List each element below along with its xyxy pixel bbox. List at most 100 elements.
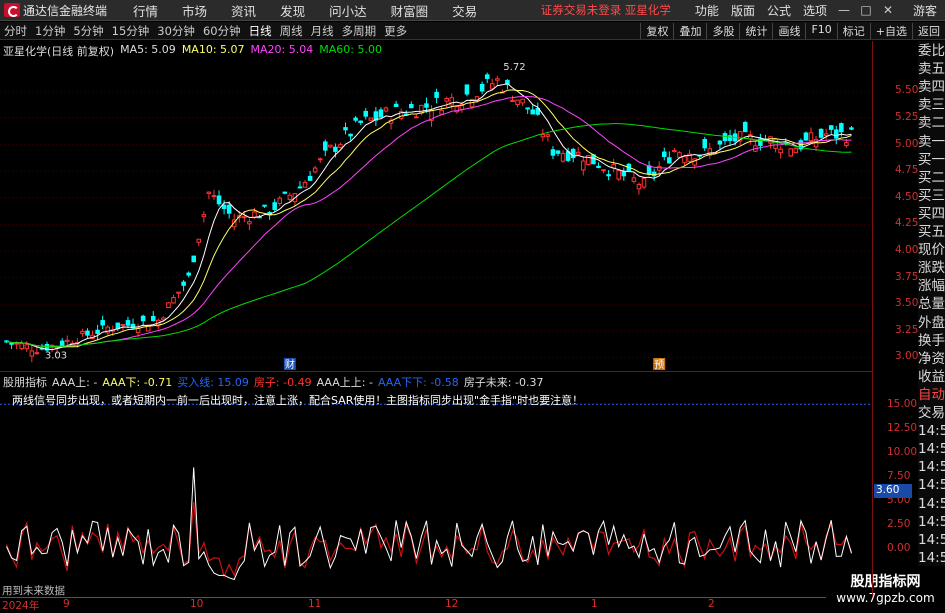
indicator-name[interactable]: 股朋指标: [3, 374, 47, 390]
candle-body: [171, 297, 176, 304]
indicator-note-1: 两线信号同步出现，或者短期内一前一后出现时，注意上涨，配合SAR使用！: [12, 394, 387, 407]
minimize-icon[interactable]: —: [833, 3, 855, 17]
btn-biaoji[interactable]: 标记: [836, 22, 870, 39]
axis-m1: 1: [591, 598, 598, 610]
menu-caifuquan[interactable]: 财富圈: [391, 1, 429, 20]
indicator-tick: 10.00: [887, 446, 918, 458]
candle-body: [439, 109, 444, 115]
candle-body: [287, 194, 293, 200]
indicator-tick: 12.50: [887, 422, 918, 435]
period-5min[interactable]: 5分钟: [73, 23, 103, 39]
menu-banmian[interactable]: 版面: [731, 2, 755, 19]
btn-tongji[interactable]: 统计: [739, 22, 772, 39]
quote-label: 买五: [918, 224, 945, 240]
quote-label: 14:56: [918, 513, 945, 530]
candle-body: [196, 238, 202, 243]
close-icon[interactable]: ✕: [877, 3, 899, 17]
candle-body: [636, 183, 642, 190]
btn-fanhui[interactable]: 返回: [912, 22, 945, 39]
candle-body: [823, 133, 829, 136]
menu-xuanxiang[interactable]: 选项: [803, 2, 827, 19]
stock-name: 亚星化学(日线 前复权): [3, 45, 115, 58]
axis-m2: 2: [708, 598, 715, 610]
quote-label: 买二: [918, 169, 945, 186]
period-1min[interactable]: 1分钟: [35, 23, 65, 39]
menu-shichang[interactable]: 市场: [182, 1, 207, 20]
ma10-value: MA10: 5.07: [181, 43, 245, 56]
candle-body: [748, 134, 753, 140]
quote-label: 卖五: [918, 61, 945, 78]
candle-body: [616, 169, 622, 180]
ind-house: 房子: -0.49: [253, 376, 312, 389]
btn-huaxian[interactable]: 画线: [772, 22, 805, 39]
guest-label[interactable]: 游客: [913, 2, 937, 19]
main-chart-header: 亚星化学(日线 前复权) MA5: 5.09 MA10: 5.07 MA20: …: [3, 43, 388, 59]
quote-label: 委比: [918, 43, 945, 59]
btn-duogu[interactable]: 多股: [706, 22, 739, 39]
candle-body: [19, 343, 24, 350]
price-tick: 4.25: [895, 217, 919, 230]
kline-chart[interactable]: 5.72 3.03 财 预: [0, 41, 872, 371]
candle-body: [262, 204, 267, 207]
btn-fuquan[interactable]: 复权: [640, 22, 673, 39]
period-daily[interactable]: 日线: [249, 23, 272, 39]
period-more[interactable]: 更多: [384, 23, 407, 39]
period-toolbar: 分时 1分钟 5分钟 15分钟 30分钟 60分钟 日线 周线 月线 多周期 更…: [0, 22, 945, 40]
candle-body: [393, 103, 399, 108]
menu-bar: 通达信金融终端 行情 市场 资讯 发现 问小达 财富圈 交易 证券交易未登录 亚…: [0, 0, 945, 21]
btn-diejia[interactable]: 叠加: [673, 22, 706, 39]
maximize-icon[interactable]: □: [855, 3, 877, 17]
period-15min[interactable]: 15分钟: [112, 23, 150, 39]
candle-body: [277, 197, 283, 204]
menu-faxian[interactable]: 发现: [280, 1, 305, 20]
period-monthly[interactable]: 月线: [311, 23, 334, 39]
candle-body: [302, 181, 308, 188]
period-30min[interactable]: 30分钟: [157, 23, 195, 39]
candle-body: [338, 144, 343, 148]
price-tick: 3.50: [895, 297, 919, 310]
candle-body: [328, 144, 333, 148]
candle-body: [656, 166, 662, 171]
menu-zixun[interactable]: 资讯: [231, 1, 256, 20]
candle-body: [34, 352, 40, 355]
axis-m9: 9: [63, 598, 70, 610]
candle-body: [849, 127, 854, 130]
quote-label: 买三: [918, 187, 945, 204]
candle-body: [297, 186, 303, 189]
quote-label: 14:56: [918, 495, 945, 512]
candle-body: [353, 117, 358, 121]
candle-body: [221, 204, 227, 210]
period-60min[interactable]: 60分钟: [203, 23, 241, 39]
candle-body: [29, 350, 35, 357]
candle-body: [606, 174, 611, 177]
candle-body: [409, 104, 414, 109]
menu-jiaoyi[interactable]: 交易: [452, 1, 477, 20]
login-notice[interactable]: 证券交易未登录 亚星化学: [541, 2, 671, 18]
candle-body: [216, 195, 222, 205]
candle-body: [646, 165, 652, 175]
candle-body: [343, 127, 348, 131]
candle-body: [545, 134, 551, 137]
btn-zixuan[interactable]: +自选: [869, 22, 912, 39]
menu-wenxiaoda[interactable]: 问小达: [329, 1, 367, 20]
period-fenshi[interactable]: 分时: [4, 23, 27, 39]
period-weekly[interactable]: 周线: [280, 23, 303, 39]
candle-body: [181, 281, 186, 286]
menu-gongshi[interactable]: 公式: [767, 2, 791, 19]
period-multi[interactable]: 多周期: [342, 23, 377, 39]
candle-body: [166, 302, 171, 309]
pane-divider: [0, 371, 872, 372]
candle-body: [282, 191, 288, 194]
candle-body: [80, 331, 85, 335]
ind-house-future: 房子未来: -0.37: [463, 376, 544, 389]
candle-body: [682, 156, 687, 164]
candle-body: [808, 132, 814, 142]
candle-body: [434, 91, 439, 98]
cai-marker-text: 财: [285, 358, 295, 371]
menu-gongneng[interactable]: 功能: [695, 2, 719, 19]
btn-f10[interactable]: F10: [805, 22, 836, 39]
menu-hangqing[interactable]: 行情: [133, 1, 158, 20]
quote-label: 卖二: [918, 115, 945, 132]
axis-year: 2024年: [2, 600, 40, 612]
candle-body: [307, 175, 313, 181]
